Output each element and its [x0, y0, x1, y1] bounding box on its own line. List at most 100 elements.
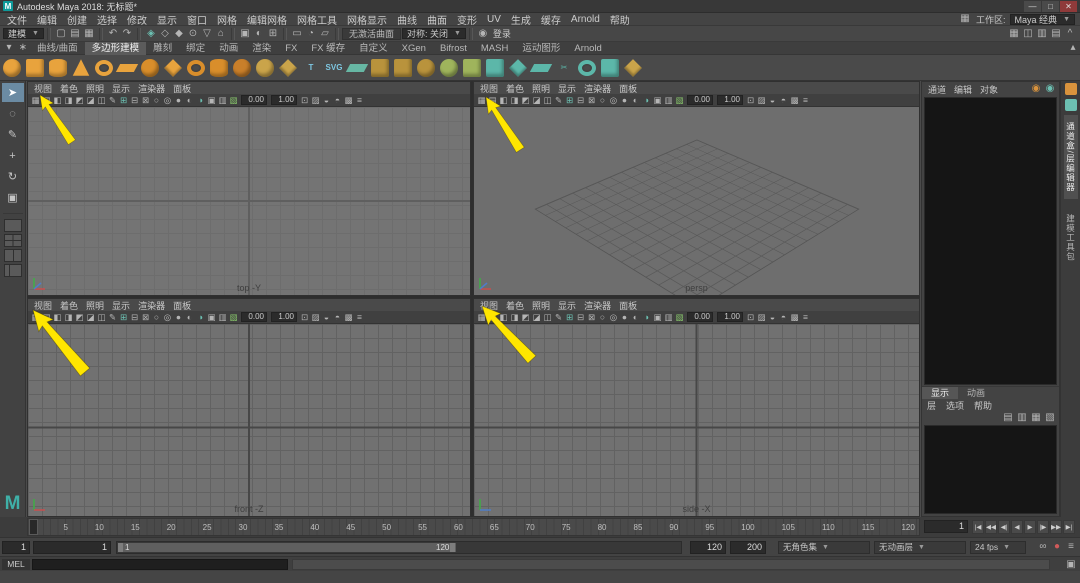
sidebar-tab-0[interactable]: 通道盒/层编辑器	[1064, 115, 1078, 199]
gate-mask-icon[interactable]: ○	[151, 94, 162, 107]
wireframe-icon[interactable]: ◑	[641, 94, 652, 107]
shelf-tab-11[interactable]: MASH	[474, 42, 515, 55]
menu-item-18[interactable]: 帮助	[605, 12, 635, 27]
gamma-icon[interactable]: ▨	[310, 94, 321, 107]
minimize-button[interactable]: —	[1024, 1, 1041, 12]
layout-outliner-persp-button[interactable]	[4, 264, 22, 277]
viewport-front[interactable]: 视图着色照明显示渲染器面板 ▦▤◧◨◩◪◫✎⊞⊟⊠○◎●◐◑▣▥▧ 0.00 1…	[27, 298, 471, 517]
shelf-tab-1[interactable]: 多边形建模	[85, 42, 147, 55]
menu-item-12[interactable]: 曲面	[422, 12, 452, 27]
xray-icon[interactable]: ◓	[332, 94, 343, 107]
shelf-options-icon[interactable]: ∗	[16, 41, 30, 55]
camera-attributes-icon[interactable]: ◧	[52, 311, 63, 324]
panel-menu-1[interactable]: 着色	[502, 82, 528, 95]
quick-render-icon[interactable]: ⊞	[266, 27, 280, 41]
menu-item-5[interactable]: 显示	[152, 12, 182, 27]
open-render-view-icon[interactable]: ◐	[252, 27, 266, 41]
resolution-gate-icon[interactable]: ⊠	[586, 94, 597, 107]
xray-icon[interactable]: ◓	[778, 311, 789, 324]
layer-options-icon[interactable]: ▧	[1043, 411, 1057, 425]
go-to-start-button[interactable]: |◀	[972, 520, 984, 534]
exposure-field[interactable]: 0.00	[687, 95, 713, 105]
panel-menu-5[interactable]: 面板	[615, 82, 641, 95]
layout-two-pane-button[interactable]	[4, 249, 22, 262]
wireframe-icon[interactable]: ◑	[641, 311, 652, 324]
lighting-icon[interactable]: ▧	[674, 311, 685, 324]
channel-speed-icon[interactable]: ◉	[1043, 82, 1057, 96]
isolate-select-icon[interactable]: ▩	[789, 311, 800, 324]
exposure-icon[interactable]: ⊡	[745, 311, 756, 324]
menu-item-4[interactable]: 修改	[122, 12, 152, 27]
panel-menu-5[interactable]: 面板	[169, 299, 195, 312]
film-gate-icon[interactable]: ⊟	[129, 311, 140, 324]
oversan-icon[interactable]: ◫	[542, 311, 553, 324]
textured-icon[interactable]: ▥	[663, 311, 674, 324]
shaded-icon[interactable]: ▣	[206, 311, 217, 324]
channel-box-toggle-icon[interactable]: ▤	[1049, 27, 1063, 41]
textured-icon[interactable]: ▥	[217, 94, 228, 107]
maximize-button[interactable]: □	[1042, 1, 1059, 12]
safe-action-icon[interactable]: ●	[619, 311, 630, 324]
panel-menu-0[interactable]: 视图	[30, 299, 56, 312]
isolate-select-icon[interactable]: ▩	[343, 94, 354, 107]
go-to-end-button[interactable]: ▶|	[1063, 520, 1075, 534]
scale-tool[interactable]: ▣	[2, 188, 24, 207]
snap-to-grid-icon[interactable]: ◈	[144, 27, 158, 41]
camera-attributes-icon[interactable]: ◧	[498, 94, 509, 107]
poly-disc-icon[interactable]	[141, 59, 159, 77]
gate-mask-icon[interactable]: ○	[597, 94, 608, 107]
viewport-persp[interactable]: 视图着色照明显示渲染器面板 ▦▤◧◨◩◪◫✎⊞⊟⊠○◎●◐◑▣▥▧ 0.00 1…	[473, 81, 920, 296]
grid-toggle-icon[interactable]: ⊞	[118, 311, 129, 324]
panel-menu-3[interactable]: 显示	[554, 299, 580, 312]
poly-plane-icon[interactable]	[116, 63, 138, 71]
menu-item-3[interactable]: 选择	[92, 12, 122, 27]
panel-menu-0[interactable]: 视图	[476, 299, 502, 312]
bookmark-icon[interactable]: ◨	[509, 311, 520, 324]
play-forwards-button[interactable]: ▶	[1024, 520, 1036, 534]
shelf-tab-9[interactable]: XGen	[395, 42, 433, 55]
menu-item-0[interactable]: 文件	[2, 12, 32, 27]
menu-item-10[interactable]: 网格显示	[342, 12, 392, 27]
fps-dropdown[interactable]: 24 fps ▼	[970, 541, 1026, 554]
gamma-field[interactable]: 1.00	[717, 312, 743, 322]
bookmark-icon[interactable]: ◨	[63, 311, 74, 324]
platonic-solid-icon[interactable]	[164, 59, 182, 77]
layer-menu-2[interactable]: 帮助	[969, 399, 997, 412]
image-plane-icon[interactable]: ◩	[74, 94, 85, 107]
menu-item-11[interactable]: 曲线	[392, 12, 422, 27]
target-weld-icon[interactable]	[578, 60, 596, 76]
close-button[interactable]: ✕	[1060, 1, 1077, 12]
character-controls-icon[interactable]	[1065, 99, 1077, 111]
construction-history-icon[interactable]: ▣	[238, 27, 252, 41]
script-editor-icon[interactable]: ▣	[1064, 558, 1078, 572]
safe-action-icon[interactable]: ●	[173, 94, 184, 107]
collapse-status-line-icon[interactable]: ^	[1063, 27, 1077, 41]
snap-to-curve-icon[interactable]: ◇	[158, 27, 172, 41]
select-camera-icon[interactable]: ▦	[476, 94, 487, 107]
safe-title-icon[interactable]: ◐	[184, 94, 195, 107]
grid-toggle-icon[interactable]: ⊞	[118, 94, 129, 107]
isolate-select-icon[interactable]: ▩	[343, 311, 354, 324]
view-transform-icon[interactable]: ◒	[767, 311, 778, 324]
panel-menu-5[interactable]: 面板	[169, 82, 195, 95]
camera-attributes-icon[interactable]: ◧	[498, 311, 509, 324]
sweep-mesh-icon[interactable]	[346, 63, 368, 71]
shaded-icon[interactable]: ▣	[652, 94, 663, 107]
poly-torus-icon[interactable]	[95, 60, 113, 76]
shelf-tab-4[interactable]: 动画	[212, 42, 245, 55]
gamma-icon[interactable]: ▨	[756, 94, 767, 107]
snap-to-point-icon[interactable]: ◆	[172, 27, 186, 41]
poly-helix-icon[interactable]	[210, 59, 228, 77]
film-gate-icon[interactable]: ⊟	[575, 94, 586, 107]
poly-cube-icon[interactable]	[26, 59, 44, 77]
lock-camera-icon[interactable]: ▤	[487, 311, 498, 324]
viewport-renderer-menu-icon[interactable]: ≡	[800, 311, 811, 324]
gamma-icon[interactable]: ▨	[310, 311, 321, 324]
resolution-gate-icon[interactable]: ⊠	[140, 94, 151, 107]
new-empty-layer-icon[interactable]: ▤	[1001, 411, 1015, 425]
grid-toggle-icon[interactable]: ⊞	[564, 94, 575, 107]
mirror-icon[interactable]	[463, 59, 481, 77]
wireframe-icon[interactable]: ◑	[195, 94, 206, 107]
panel-menu-3[interactable]: 显示	[108, 82, 134, 95]
image-plane-icon[interactable]: ◩	[520, 94, 531, 107]
